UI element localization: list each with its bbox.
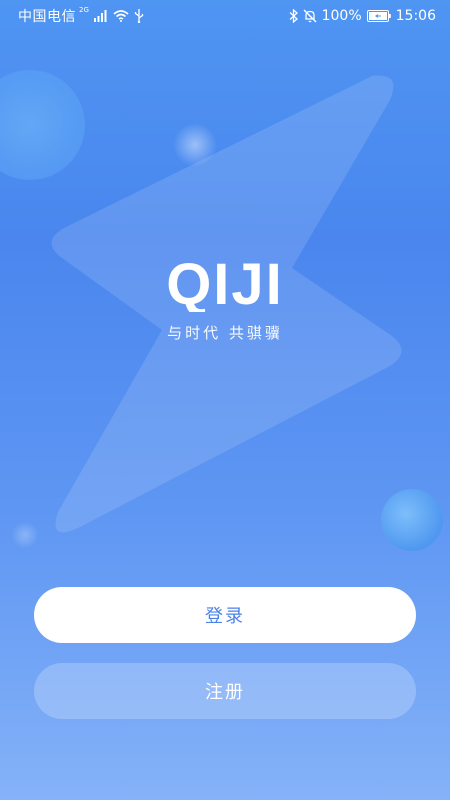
status-bar: 中国电信 2G 100% 15:06	[0, 0, 450, 32]
login-button-label: 登录	[205, 606, 245, 627]
battery-percent: 100%	[321, 8, 362, 24]
qiji-logo: QIJI	[166, 252, 284, 312]
register-button-label: 注册	[205, 682, 245, 703]
brand-block: QIJI 与时代 共骐骥	[0, 252, 450, 343]
login-button[interactable]: 登录	[34, 587, 416, 643]
carrier-name: 中国电信	[18, 9, 76, 25]
clock-time: 15:06	[395, 8, 436, 24]
logo-text: QIJI	[166, 252, 284, 312]
bluetooth-icon	[289, 9, 298, 23]
network-type: 2G	[79, 6, 89, 14]
register-button[interactable]: 注册	[34, 663, 416, 719]
signal-icon	[93, 10, 107, 22]
mute-bell-icon	[303, 9, 317, 23]
wifi-icon	[113, 10, 129, 22]
battery-icon	[366, 10, 391, 22]
slogan: 与时代 共骐骥	[167, 324, 283, 342]
usb-icon	[134, 9, 144, 23]
